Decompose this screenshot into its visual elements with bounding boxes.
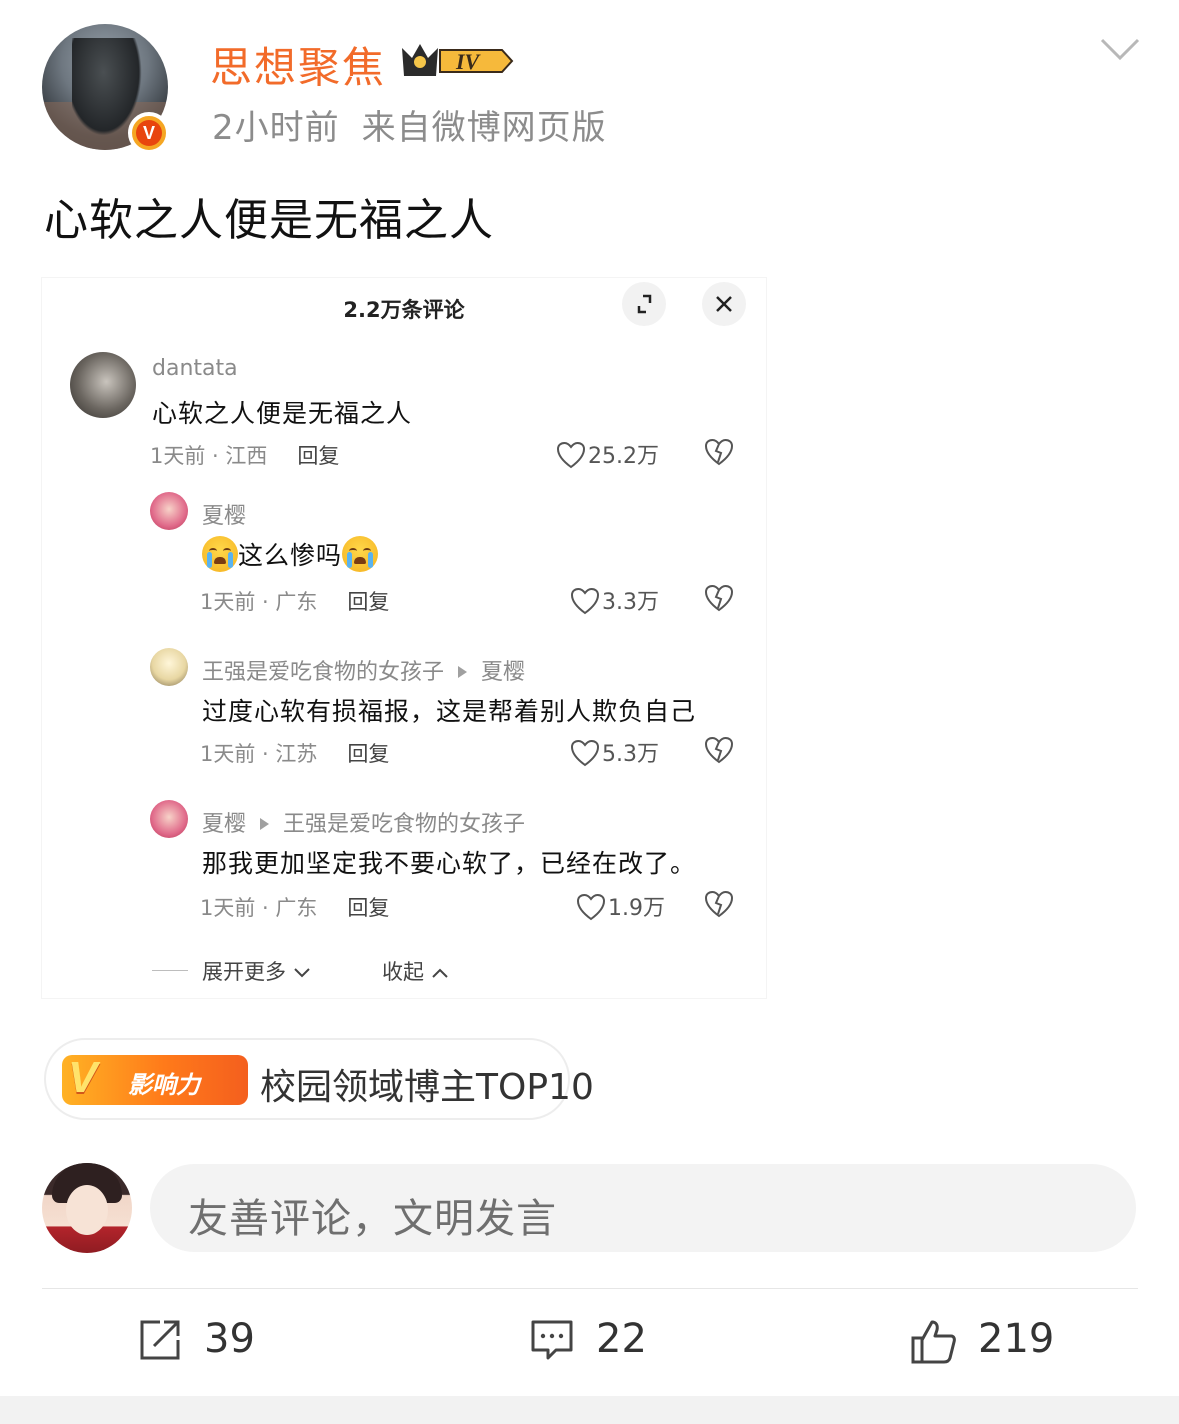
commenter-avatar[interactable]	[150, 648, 188, 686]
bottom-bar	[0, 1396, 1179, 1424]
heart-icon	[576, 893, 606, 921]
broken-heart-icon[interactable]	[704, 736, 734, 764]
reply-button[interactable]: 回复	[347, 742, 389, 766]
comment-icon	[531, 1320, 573, 1360]
influence-badge-text: 影响力	[128, 1071, 200, 1099]
commenter-avatar[interactable]	[150, 492, 188, 530]
expand-button[interactable]	[622, 282, 666, 326]
comment-button[interactable]: 22	[530, 1314, 670, 1370]
comment-input-placeholder: 友善评论，文明发言	[188, 1196, 557, 1242]
post-source: 来自微博网页版	[361, 108, 607, 148]
comment-meta: 1天前 · 广东 回复	[200, 896, 390, 920]
comment-text: 这么惨吗	[202, 536, 379, 572]
reply-button[interactable]: 回复	[347, 590, 389, 614]
comment-author[interactable]: dantata	[152, 356, 238, 381]
heart-icon	[556, 441, 586, 469]
influence-badge: V 影响力	[62, 1053, 248, 1105]
influence-text: 校园领域博主TOP10	[260, 1067, 594, 1108]
embedded-screenshot[interactable]: 2.2万条评论 dantata 心软之人便是无福之人 1天前 · 江西 回复 25…	[42, 278, 766, 998]
influence-tag[interactable]: V 影响力 校园领域博主TOP10	[44, 1038, 594, 1120]
comment-meta: 1天前 · 江西 回复	[150, 444, 340, 468]
crying-emoji-icon	[202, 536, 238, 572]
comment-author[interactable]: 夏樱 王强是爱吃食物的女孩子	[202, 806, 525, 838]
heart-icon	[570, 587, 600, 615]
thumbs-up-icon	[911, 1320, 956, 1364]
collapse-button[interactable]: 收起	[382, 956, 449, 986]
divider	[152, 970, 188, 971]
like-count: 219	[978, 1316, 1055, 1362]
comment-text: 心软之人便是无福之人	[152, 399, 413, 428]
comment-meta: 1天前 · 广东 回复	[200, 590, 390, 614]
verified-icon: V	[128, 112, 170, 154]
crying-emoji-icon	[342, 536, 379, 572]
chevron-down-icon[interactable]	[1098, 34, 1142, 64]
close-icon	[716, 296, 732, 312]
close-button[interactable]	[702, 282, 746, 326]
reply-arrow-icon	[260, 818, 270, 830]
author-name[interactable]: 思想聚焦	[210, 34, 386, 95]
reply-button[interactable]: 回复	[347, 896, 389, 920]
comment-count: 22	[596, 1316, 647, 1362]
comment-author[interactable]: 夏樱	[202, 498, 246, 530]
chevron-up-icon	[431, 968, 448, 978]
repost-icon	[140, 1320, 180, 1360]
repost-count: 39	[204, 1316, 255, 1362]
commenter-avatar[interactable]	[70, 352, 136, 418]
comment-input[interactable]: 友善评论，文明发言	[150, 1164, 1136, 1252]
crown-level-icon: IV	[402, 44, 514, 76]
broken-heart-icon[interactable]	[704, 584, 734, 612]
like-button[interactable]: 25.2万	[556, 438, 659, 470]
broken-heart-icon[interactable]	[704, 890, 734, 918]
commenter-avatar[interactable]	[150, 800, 188, 838]
like-button[interactable]: 5.3万	[570, 736, 659, 768]
divider	[42, 1288, 1138, 1289]
chevron-down-icon	[293, 968, 310, 978]
broken-heart-icon[interactable]	[704, 438, 734, 466]
v-logo-icon: V	[68, 1053, 98, 1102]
comment-text: 过度心软有损福报，这是帮着别人欺负自己	[202, 697, 697, 726]
level-badge-text: IV	[455, 49, 482, 74]
expand-more-button[interactable]: 展开更多	[202, 956, 311, 986]
heart-icon	[570, 739, 600, 767]
reply-arrow-icon	[458, 666, 468, 678]
comment-meta: 1天前 · 江苏 回复	[200, 742, 390, 766]
comment-author[interactable]: 王强是爱吃食物的女孩子 夏樱	[202, 654, 525, 686]
like-button[interactable]: 1.9万	[576, 890, 665, 922]
current-user-avatar[interactable]	[42, 1163, 132, 1253]
post-text: 心软之人便是无福之人	[44, 195, 494, 246]
repost-button[interactable]: 39	[138, 1314, 278, 1370]
expand-icon	[637, 294, 652, 314]
comment-text: 那我更加坚定我不要心软了，已经在改了。	[202, 849, 697, 878]
like-button[interactable]: 3.3万	[570, 584, 659, 616]
reply-button[interactable]: 回复	[297, 444, 339, 468]
post-meta: 2小时前 来自微博网页版	[212, 100, 607, 149]
like-post-button[interactable]: 219	[910, 1314, 1070, 1370]
post-time: 2小时前	[212, 108, 340, 148]
